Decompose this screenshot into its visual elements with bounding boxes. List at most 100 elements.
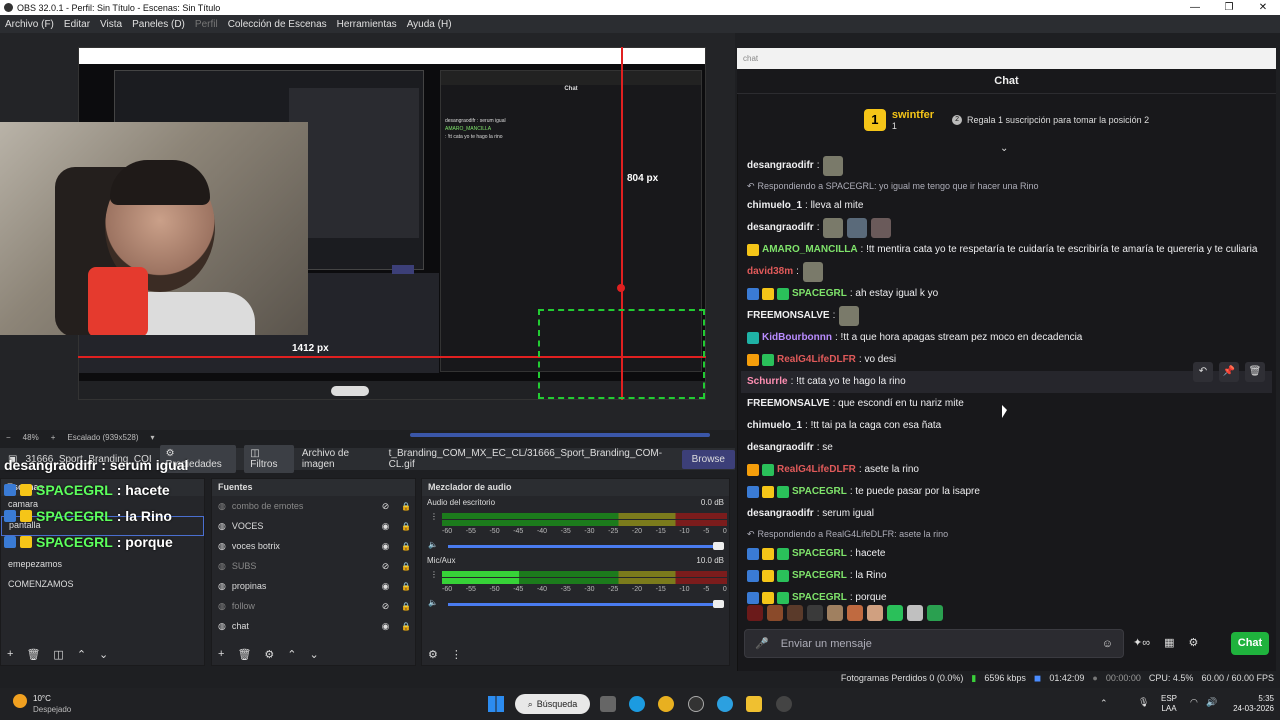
- badge-icon[interactable]: [762, 288, 774, 300]
- move-down-button[interactable]: ⌄: [99, 648, 108, 661]
- lock-icon[interactable]: 🔒: [397, 582, 415, 591]
- telegram-icon[interactable]: [717, 696, 733, 712]
- pin-icon[interactable]: 📌: [1219, 362, 1239, 382]
- chat-username[interactable]: RealG4LifeDLFR: [777, 459, 856, 481]
- collapse-chevron-icon[interactable]: ⌄: [1000, 143, 1008, 154]
- gear-icon[interactable]: ⚙: [428, 648, 438, 661]
- windows-start-icon[interactable]: [488, 696, 504, 712]
- chat-username[interactable]: SPACEGRL: [792, 283, 847, 305]
- emote-icon[interactable]: [827, 605, 843, 621]
- minimize-button[interactable]: —: [1178, 0, 1212, 15]
- source-item[interactable]: ◍ chat ◉ 🔒: [212, 616, 415, 636]
- speaker-icon[interactable]: 🔈: [428, 598, 438, 607]
- badge-icon[interactable]: [777, 548, 789, 560]
- badge-icon[interactable]: [747, 244, 759, 256]
- selection-box[interactable]: [538, 309, 705, 399]
- add-source-button[interactable]: +: [218, 648, 224, 660]
- file-explorer-icon[interactable]: [746, 696, 762, 712]
- eye-off-icon[interactable]: ⊘: [380, 501, 391, 512]
- points-icon[interactable]: ✦∞: [1133, 636, 1150, 649]
- badge-icon[interactable]: [747, 288, 759, 300]
- badge-icon[interactable]: [762, 354, 774, 366]
- menu-help[interactable]: Ayuda (H): [407, 19, 452, 30]
- menu-tools[interactable]: Herramientas: [337, 19, 397, 30]
- gear-icon[interactable]: ⚙: [1188, 636, 1198, 649]
- volume-slider-knob[interactable]: [713, 542, 724, 550]
- weather-temp[interactable]: 10°C: [33, 694, 51, 703]
- menu-edit[interactable]: Editar: [64, 19, 90, 30]
- obs-icon[interactable]: [688, 696, 704, 712]
- language-indicator[interactable]: ESP LAA: [1161, 694, 1177, 714]
- move-up-button[interactable]: ⌃: [287, 648, 296, 661]
- chat-username[interactable]: SPACEGRL: [792, 481, 847, 503]
- chat-message[interactable]: chimuelo_1: !tt tai pa la caga con esa ñ…: [747, 415, 1272, 437]
- eye-icon[interactable]: ◉: [380, 621, 391, 632]
- emote-icon[interactable]: [847, 605, 863, 621]
- badge-icon[interactable]: [762, 570, 774, 582]
- chat-username[interactable]: SPACEGRL: [792, 565, 847, 587]
- source-item[interactable]: ◍ follow ⊘ 🔒: [212, 596, 415, 616]
- zoom-in-button[interactable]: +: [51, 433, 56, 442]
- menu-scene-collection[interactable]: Colección de Escenas: [228, 19, 327, 30]
- eye-icon[interactable]: ◉: [380, 541, 391, 552]
- lock-icon[interactable]: 🔒: [397, 562, 415, 571]
- badge-icon[interactable]: [762, 592, 774, 604]
- trash-icon[interactable]: 🗑: [237, 648, 251, 661]
- volume-icon[interactable]: 🔊: [1206, 697, 1217, 708]
- menu-profile[interactable]: Perfil: [195, 19, 218, 30]
- badge-icon[interactable]: [762, 486, 774, 498]
- chat-message-input[interactable]: 🎤 Enviar un mensaje ☺: [744, 629, 1124, 658]
- chat-message[interactable]: desangraodifr:: [747, 155, 1272, 177]
- chat-username[interactable]: chimuelo_1: [747, 415, 802, 437]
- emote-icon[interactable]: [907, 605, 923, 621]
- badge-icon[interactable]: [762, 464, 774, 476]
- wifi-icon[interactable]: ◠: [1190, 697, 1198, 708]
- volume-slider[interactable]: [448, 545, 723, 548]
- emote-icon[interactable]: [867, 605, 883, 621]
- chat-message[interactable]: FREEMONSALVE: que escondí en tu nariz mi…: [747, 393, 1272, 415]
- badge-icon[interactable]: [777, 486, 789, 498]
- trash-icon[interactable]: 🗑: [26, 648, 40, 661]
- chat-username[interactable]: FREEMONSALVE: [747, 305, 830, 327]
- chat-username[interactable]: desangraodifr: [747, 217, 814, 239]
- image-path-field[interactable]: t_Branding_COM_MX_EC_CL/31666_Sport_Bran…: [389, 448, 674, 470]
- eye-icon[interactable]: ◉: [380, 521, 391, 532]
- reply-icon[interactable]: ↶: [1193, 362, 1213, 382]
- source-item[interactable]: ◍ VOCES ◉ 🔒: [212, 516, 415, 536]
- eye-icon[interactable]: ◉: [380, 581, 391, 592]
- chat-message[interactable]: SPACEGRL: ah estay igual k yo: [747, 283, 1272, 305]
- badge-icon[interactable]: [747, 548, 759, 560]
- chevron-down-icon[interactable]: ▾: [151, 433, 155, 442]
- chat-username[interactable]: david38m: [747, 261, 793, 283]
- menu-docks[interactable]: Paneles (D): [132, 19, 185, 30]
- chat-message[interactable]: SPACEGRL: te puede pasar por la isapre: [747, 481, 1272, 503]
- maximize-button[interactable]: ❐: [1212, 0, 1246, 15]
- chat-message[interactable]: FREEMONSALVE:: [747, 305, 1272, 327]
- eye-off-icon[interactable]: ⊘: [380, 561, 391, 572]
- filter-icon[interactable]: ◫: [53, 648, 63, 661]
- sub-leaderboard[interactable]: 1 swintfer 1 2 Regala 1 suscripción para…: [737, 100, 1276, 140]
- emote-icon[interactable]: [927, 605, 943, 621]
- taskbar-search[interactable]: ⌕ Búsqueda: [515, 694, 590, 714]
- emoji-icon[interactable]: ☺: [1102, 638, 1113, 650]
- badge-icon[interactable]: [762, 548, 774, 560]
- volume-slider-knob[interactable]: [713, 600, 724, 608]
- lock-icon[interactable]: 🔒: [397, 542, 415, 551]
- kebab-menu-icon[interactable]: ⋮: [430, 512, 438, 521]
- chat-message[interactable]: SPACEGRL: hacete: [747, 543, 1272, 565]
- emote-icon[interactable]: [767, 605, 783, 621]
- chat-message[interactable]: AMARO_MANCILLA: !tt mentira cata yo te r…: [747, 239, 1272, 261]
- lock-icon[interactable]: 🔒: [397, 622, 415, 631]
- weather-icon[interactable]: [13, 694, 27, 708]
- source-item[interactable]: ◍ voces botrix ◉ 🔒: [212, 536, 415, 556]
- speaker-icon[interactable]: 🔈: [428, 540, 438, 549]
- lock-icon[interactable]: 🔒: [397, 502, 415, 511]
- store-icon[interactable]: ▦: [1164, 636, 1174, 649]
- chat-message[interactable]: desangraodifr: serum igual: [747, 503, 1272, 525]
- chat-message[interactable]: desangraodifr:: [747, 217, 1272, 239]
- chat-username[interactable]: FREEMONSALVE: [747, 393, 830, 415]
- scene-item[interactable]: COMENZAMOS: [1, 576, 204, 596]
- badge-icon[interactable]: [747, 570, 759, 582]
- gear-icon[interactable]: ⚙: [264, 648, 274, 661]
- chat-username[interactable]: desangraodifr: [747, 155, 814, 177]
